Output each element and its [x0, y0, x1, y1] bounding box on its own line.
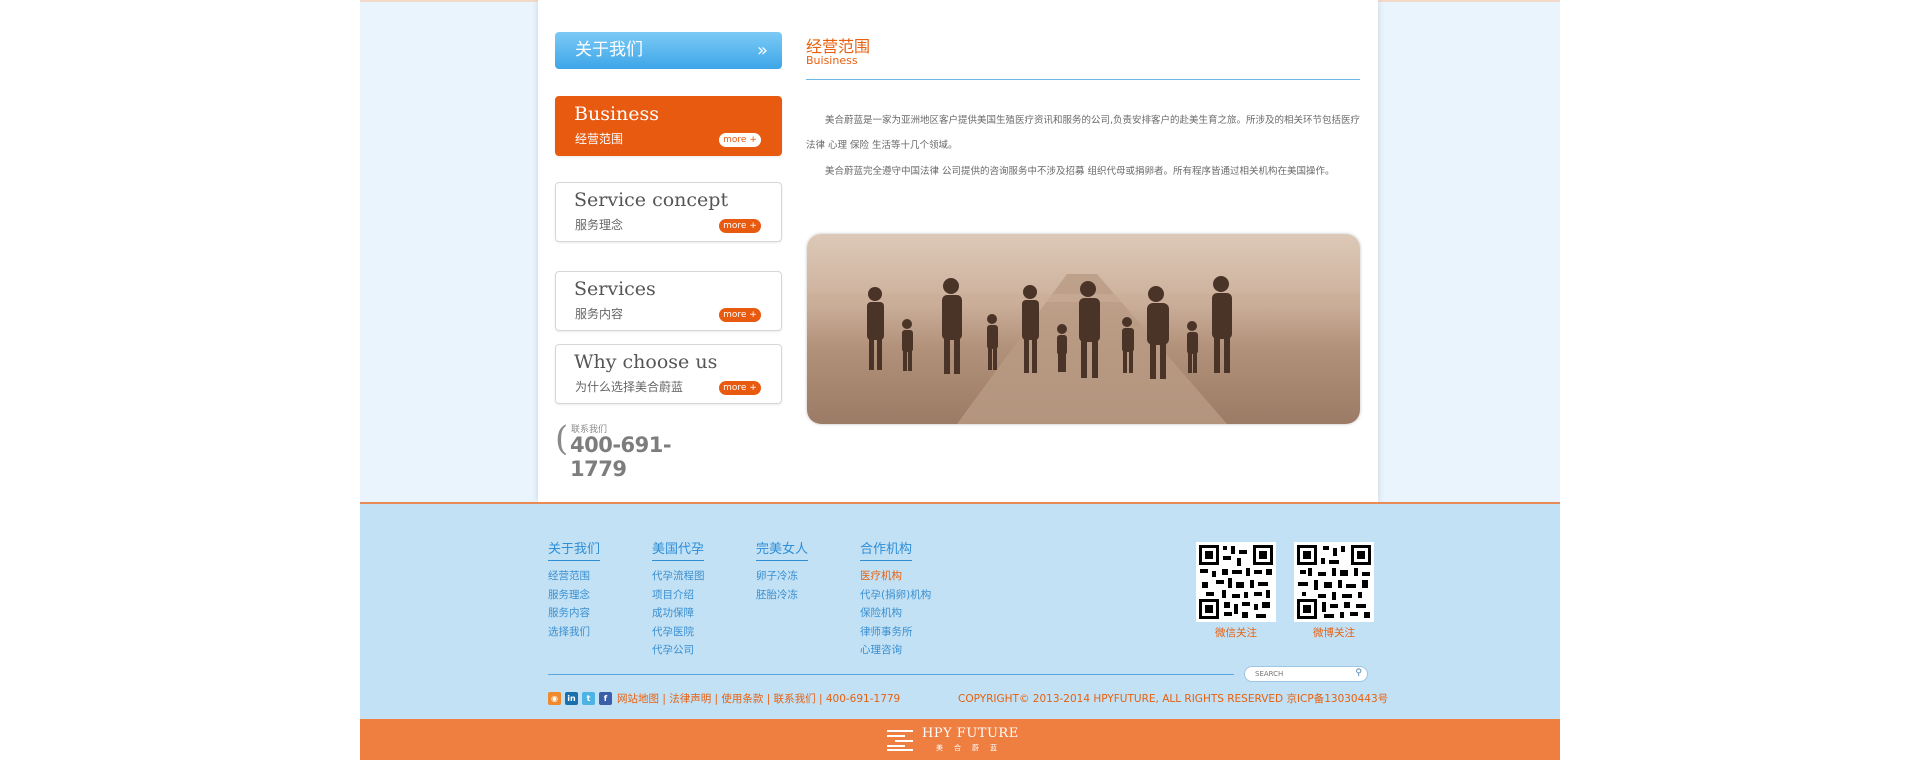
rss-icon[interactable]: ◉: [548, 692, 561, 705]
footer-column-surrogacy: 美国代孕 代孕流程图 项目介绍 成功保障 代孕医院 代孕公司: [652, 538, 705, 660]
brand-name: HPY FUTURE: [922, 726, 1019, 741]
sidebar-header[interactable]: 关于我们 »: [555, 32, 782, 69]
footer-link[interactable]: 医疗机构: [860, 567, 931, 586]
sidebar-item-title-cn: 服务理念: [575, 218, 624, 232]
page-subtitle: Buisiness: [806, 54, 858, 67]
sidebar-item-title-cn: 为什么选择美合蔚蓝: [575, 380, 684, 394]
search-box[interactable]: ⚲: [1244, 666, 1368, 682]
sidebar-item-title-cn: 经营范围: [575, 132, 624, 146]
more-button[interactable]: more +: [719, 308, 761, 322]
qr-code-icon: [1199, 545, 1273, 619]
sidebar-header-label: 关于我们: [575, 40, 643, 60]
search-icon[interactable]: ⚲: [1355, 668, 1362, 678]
qr-code-icon: [1297, 545, 1371, 619]
footer-link[interactable]: 代孕(捐卵)机构: [860, 586, 931, 605]
sidebar-item-why-choose-us[interactable]: Why choose us 为什么选择美合蔚蓝 more +: [555, 344, 782, 404]
weibo-qr-code: [1294, 542, 1374, 622]
footer-column-heading[interactable]: 合作机构: [860, 538, 913, 561]
brand-logo-icon: [887, 730, 913, 751]
footer-link[interactable]: 选择我们: [548, 623, 600, 642]
footer-link[interactable]: 代孕医院: [652, 623, 705, 642]
intro-paragraph: 美合蔚蓝完全遵守中国法律 公司提供的咨询服务中不涉及招募 组织代母或捐卵者。所有…: [806, 166, 1335, 177]
footer-link[interactable]: 保险机构: [860, 604, 931, 623]
footer-link[interactable]: 胚胎冷冻: [756, 586, 808, 605]
footer-link[interactable]: 代孕流程图: [652, 567, 705, 586]
sidebar-item-services[interactable]: Services 服务内容 more +: [555, 271, 782, 331]
title-divider: [806, 79, 1360, 80]
twitter-icon[interactable]: t: [582, 692, 595, 705]
sidebar-item-business[interactable]: Business 经营范围 more +: [555, 96, 782, 156]
copyright-text: COPYRIGHT© 2013-2014 HPYFUTURE, ALL RIGH…: [958, 693, 1389, 705]
footer-link[interactable]: 服务内容: [548, 604, 600, 623]
phone-bracket-icon: (: [555, 419, 569, 459]
more-button[interactable]: more +: [719, 219, 761, 233]
footer-column-heading[interactable]: 美国代孕: [652, 538, 705, 561]
footer-divider: [548, 674, 1234, 675]
footer-column-partners: 合作机构 医疗机构 代孕(捐卵)机构 保险机构 律师事务所 心理咨询: [860, 538, 931, 660]
sidebar-item-title-en: Why choose us: [574, 351, 718, 373]
sidebar-item-title-en: Services: [574, 278, 656, 300]
sidebar-item-title-cn: 服务内容: [575, 307, 624, 321]
phone-number: 400-691-1779: [570, 433, 672, 481]
footer-link[interactable]: 项目介绍: [652, 586, 705, 605]
facebook-icon[interactable]: f: [599, 692, 612, 705]
linkedin-icon[interactable]: in: [565, 692, 578, 705]
footer-links[interactable]: 网站地图 | 法律声明 | 使用条款 | 联系我们 | 400-691-1779: [617, 691, 900, 706]
qr-code-label: 微博关注: [1313, 627, 1355, 639]
footer-link[interactable]: 成功保障: [652, 604, 705, 623]
footer-link[interactable]: 心理咨询: [860, 641, 931, 660]
brand-name-cn: 美合蔚蓝: [936, 744, 1008, 752]
footer-column-heading[interactable]: 关于我们: [548, 538, 601, 561]
footer-column-perfect-woman: 完美女人 卵子冷冻 胚胎冷冻: [756, 538, 809, 605]
footer-column-about: 关于我们 经营范围 服务理念 服务内容 选择我们: [548, 538, 601, 642]
family-walking-on-road-photo: [807, 234, 1360, 424]
search-input[interactable]: [1255, 668, 1343, 680]
sidebar-item-service-concept[interactable]: Service concept 服务理念 more +: [555, 182, 782, 242]
footer-column-heading[interactable]: 完美女人: [756, 538, 809, 561]
footer-link[interactable]: 经营范围: [548, 567, 600, 586]
sidebar-item-title-en: Business: [574, 103, 660, 125]
footer-link[interactable]: 律师事务所: [860, 623, 931, 642]
sidebar-item-title-en: Service concept: [574, 189, 729, 211]
contact-phone: ( 联系我们 400-691-1779: [555, 419, 715, 481]
footer-link[interactable]: 卵子冷冻: [756, 567, 808, 586]
photo-illustration: [807, 274, 1360, 424]
footer-link[interactable]: 代孕公司: [652, 641, 705, 660]
footer-link[interactable]: 服务理念: [548, 586, 600, 605]
qr-code-label: 微信关注: [1215, 627, 1257, 639]
footer: [360, 502, 1560, 719]
more-button[interactable]: more +: [719, 133, 761, 147]
wechat-qr-code: [1196, 542, 1276, 622]
double-chevron-right-icon: »: [756, 40, 768, 61]
intro-paragraph: 美合蔚蓝是一家为亚洲地区客户提供美国生殖医疗资讯和服务的公司,负责安排客户的赴美…: [806, 115, 1361, 151]
more-button[interactable]: more +: [719, 381, 761, 395]
